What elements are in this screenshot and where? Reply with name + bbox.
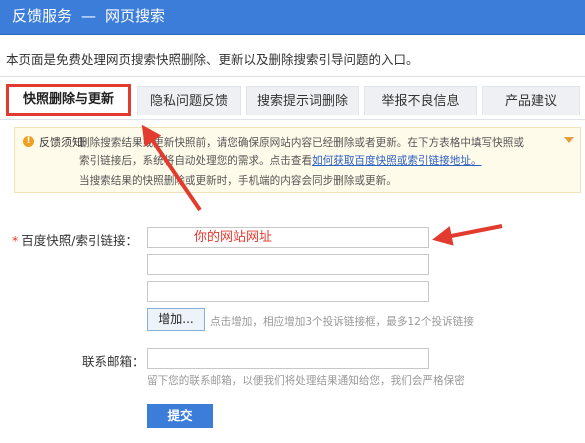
submit-button[interactable]: 提交 [147,404,213,428]
tab-privacy-feedback[interactable]: 隐私问题反馈 [137,86,241,115]
tab-bar: 快照删除与更新 隐私问题反馈 搜索提示词删除 举报不良信息 产品建议 [0,84,585,120]
notice-line-2-text: 索引链接后，系统将自动处理您的需求。点击查看 [79,155,313,167]
email-label: 联系邮箱： [82,354,145,369]
add-hint: 点击增加，相应增加3个投诉链接框，最多12个投诉链接 [210,316,474,328]
annotation-arrow-to-input [432,224,503,246]
divider [0,76,585,77]
notice-box: ! 反馈须知: 删除搜索结果或更新快照前，请您确保原网站内容已经删除或者更新。在… [14,127,581,193]
chevron-down-icon[interactable] [564,137,574,143]
required-marker: * [12,233,19,248]
link-input-1[interactable]: 你的网站网址 [147,227,429,248]
link-field-label: * 百度快照/索引链接： [12,230,138,249]
link-input-2[interactable] [147,254,429,275]
notice-line-2: 索引链接后，系统将自动处理您的需求。点击查看如何获取百度快照或索引链接地址。 [79,153,482,168]
tabs-divider [0,119,585,120]
tab-snapshot-delete-update[interactable]: 快照删除与更新 [6,84,131,116]
link-label-text: 百度快照/索引链接： [21,233,138,248]
title-sub: 网页搜索 [105,7,166,25]
email-input[interactable] [147,348,429,369]
tab-suggestion-delete[interactable]: 搜索提示词删除 [246,86,359,115]
title-main: 反馈服务 [12,7,73,25]
title-separator: — [81,7,97,25]
notice-line-1: 删除搜索结果或更新快照前，请您确保原网站内容已经删除或者更新。在下方表格中填写快… [79,137,524,149]
tab-product-suggestion[interactable]: 产品建议 [482,86,580,115]
notice-line-3: 当搜索结果的快照删除或更新时，手机端的内容会同步删除或更新。 [79,175,397,187]
intro-text: 本页面是免费处理网页搜索快照删除、更新以及删除搜索引导问题的入口。 [6,52,419,67]
link-input-3[interactable] [147,281,429,302]
help-link[interactable]: 如何获取百度快照或索引链接地址。 [312,155,482,167]
header-bar: 反馈服务 — 网页搜索 [0,0,585,35]
warning-icon: ! [23,136,34,147]
email-hint: 留下您的联系邮箱，以便我们将处理结果通知给您，我们会严格保密 [147,375,465,387]
add-button[interactable]: 增加... [147,308,205,331]
tab-report-bad-info[interactable]: 举报不良信息 [364,86,477,115]
page-title: 反馈服务 — 网页搜索 [12,5,165,27]
